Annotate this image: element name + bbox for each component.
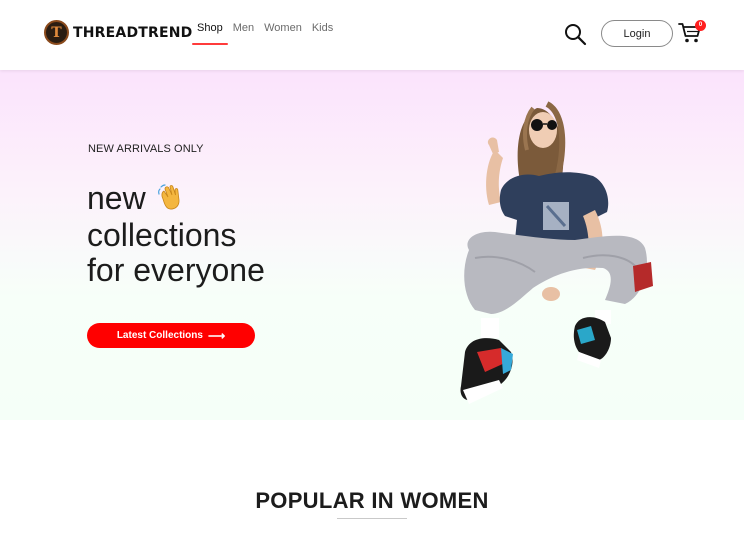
nav-item-shop[interactable]: Shop [192,22,228,45]
nav-item-women[interactable]: Women [259,22,307,44]
search-icon[interactable] [563,22,587,46]
logo-badge-icon: T [44,20,69,45]
cart-count-badge: 0 [695,20,706,31]
login-button[interactable]: Login [601,20,673,47]
section-divider [337,518,407,519]
nav-item-label: Men [232,22,255,34]
nav-menu: Shop Men Women Kids [192,22,338,45]
headline-line-1: new [87,181,265,218]
nav-item-label: Shop [197,22,223,34]
navbar: T THREADTREND Shop Men Women Kids Login [0,0,744,70]
hero-banner: NEW ARRIVALS ONLY new collections for ev… [0,70,744,420]
nav-item-label: Women [264,22,302,34]
hero-model-image [460,101,653,404]
latest-collections-button[interactable]: Latest Collections ⟶ [87,323,255,348]
arrow-right-icon: ⟶ [207,328,226,343]
logo-letter: T [51,24,62,41]
nav-item-label: Kids [311,22,334,34]
section-title-popular: POPULAR IN WOMEN [255,488,489,513]
headline-line-2: collections [87,217,237,253]
nav-item-kids[interactable]: Kids [307,22,338,44]
hero-headline: new collections for everyone [87,181,265,288]
nav-item-men[interactable]: Men [228,22,259,44]
headline-line-3: for everyone [87,252,265,288]
brand-name: THREADTREND [73,24,193,41]
brand-logo[interactable]: T THREADTREND [44,20,193,45]
hero-eyebrow: NEW ARRIVALS ONLY [88,143,204,155]
active-underline [192,43,228,45]
waving-hand-icon [156,183,184,218]
cta-label: Latest Collections [116,330,203,341]
